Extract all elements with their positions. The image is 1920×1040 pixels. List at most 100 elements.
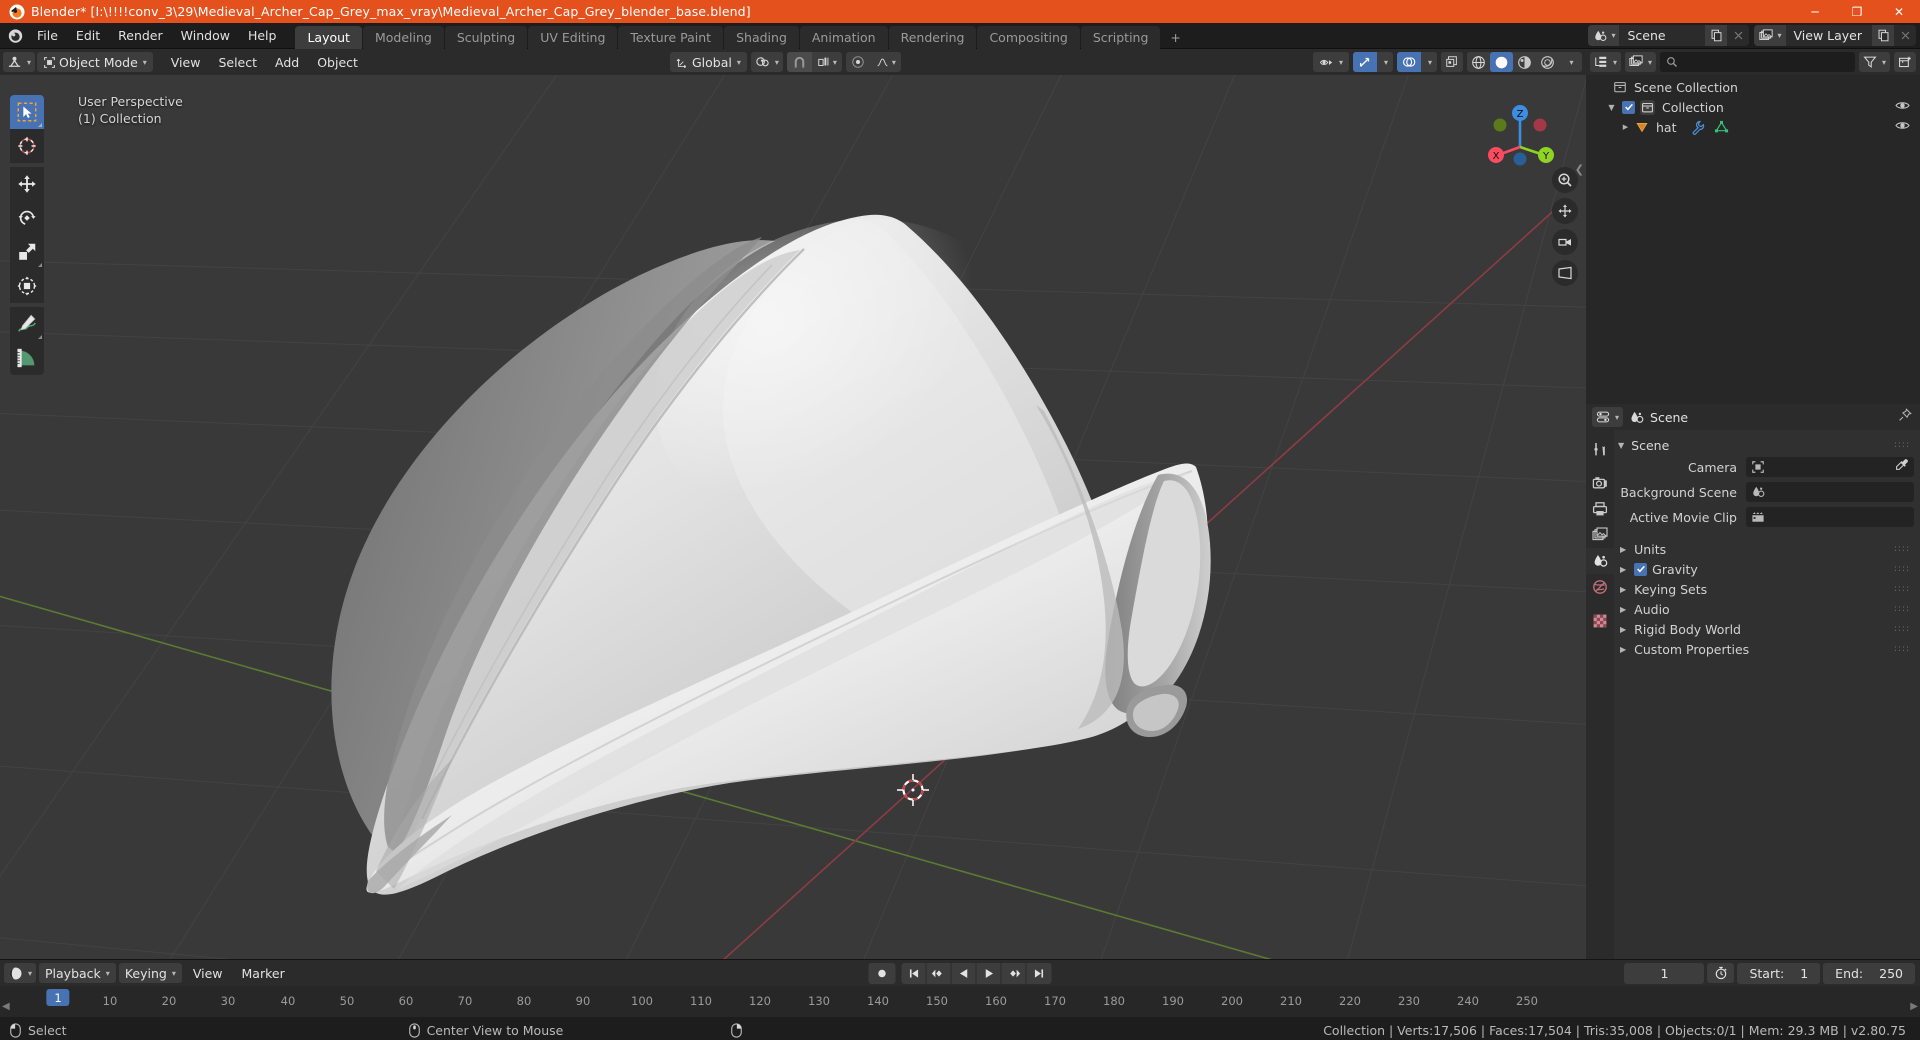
- shading-wireframe-button[interactable]: [1467, 52, 1490, 72]
- workspace-tab-uv-editing[interactable]: UV Editing: [528, 25, 618, 49]
- new-collection-icon[interactable]: [1894, 52, 1916, 72]
- move-view-icon[interactable]: [1552, 198, 1578, 224]
- properties-tab-world[interactable]: [1586, 574, 1614, 600]
- overlays-toggle[interactable]: [1396, 52, 1421, 72]
- maximize-button[interactable]: ❐: [1836, 0, 1878, 23]
- minimize-button[interactable]: ─: [1794, 0, 1836, 23]
- start-frame-value[interactable]: 1: [1800, 966, 1808, 981]
- gravity-checkbox[interactable]: [1634, 562, 1648, 576]
- gizmo-toggle[interactable]: [1352, 52, 1377, 72]
- shading-solid-button[interactable]: [1490, 52, 1513, 72]
- sub-panel-units[interactable]: ▶ Units ::::: [1618, 539, 1914, 559]
- disclosure-icon[interactable]: ▶: [1620, 123, 1631, 131]
- pivot-point-selector[interactable]: ▾: [750, 52, 783, 72]
- workspace-tab-compositing[interactable]: Compositing: [977, 25, 1080, 49]
- camera-field[interactable]: [1746, 457, 1914, 477]
- background-scene-field[interactable]: [1746, 482, 1914, 502]
- play-reverse-button[interactable]: [952, 962, 977, 984]
- mesh-data-icon[interactable]: [1714, 120, 1729, 135]
- viewport-menu-select[interactable]: Select: [210, 53, 265, 72]
- tweak-select-tool[interactable]: [10, 95, 44, 129]
- falloff-selector[interactable]: ▾: [870, 52, 901, 72]
- properties-tab-texture[interactable]: [1586, 608, 1614, 634]
- jump-to-end-button[interactable]: [1027, 963, 1052, 984]
- menu-file[interactable]: File: [28, 25, 67, 46]
- end-frame-value[interactable]: 250: [1879, 966, 1903, 981]
- viewport-menu-object[interactable]: Object: [309, 53, 366, 72]
- properties-tab-view-layer[interactable]: [1586, 522, 1614, 548]
- scene-selector[interactable]: ▾ Scene: [1588, 25, 1750, 46]
- eyedropper-icon[interactable]: [1895, 458, 1909, 476]
- overlay-options-dropdown[interactable]: ▾: [1421, 52, 1437, 72]
- viewport-menu-view[interactable]: View: [163, 53, 209, 72]
- properties-editor-type-icon[interactable]: ▾: [1592, 407, 1624, 427]
- proportional-edit-toggle[interactable]: [846, 52, 870, 72]
- view-layer-browse-icon[interactable]: ▾: [1754, 25, 1786, 46]
- gizmo-options-dropdown[interactable]: ▾: [1377, 52, 1393, 72]
- annotate-tool[interactable]: [10, 307, 44, 341]
- outliner-search-input[interactable]: [1660, 52, 1855, 72]
- sub-panel-rigid-body-world[interactable]: ▶ Rigid Body World ::::: [1618, 619, 1914, 639]
- workspace-tab-texture-paint[interactable]: Texture Paint: [618, 25, 724, 49]
- jump-to-start-button[interactable]: [902, 962, 927, 984]
- xray-toggle[interactable]: [1441, 52, 1463, 72]
- timeline-menu-playback[interactable]: Playback ▾: [39, 963, 116, 983]
- shading-material-preview-button[interactable]: [1513, 52, 1536, 72]
- toggle-perspective-icon[interactable]: [1552, 260, 1578, 286]
- sub-panel-keying-sets[interactable]: ▶ Keying Sets ::::: [1618, 579, 1914, 599]
- outliner-row-hat[interactable]: ▶ hat: [1586, 117, 1920, 137]
- jump-to-prev-keyframe-button[interactable]: [927, 962, 952, 984]
- snap-magnet-toggle[interactable]: [786, 52, 812, 72]
- collection-checkbox[interactable]: [1622, 100, 1635, 114]
- timeline-scroll-left[interactable]: ◀: [2, 1001, 10, 1012]
- panel-header-scene[interactable]: ▼ Scene ::::: [1618, 434, 1914, 456]
- camera-view-icon[interactable]: [1552, 229, 1578, 255]
- transform-orientation-selector[interactable]: Global ▾: [670, 52, 747, 72]
- rotate-tool[interactable]: [10, 201, 44, 235]
- workspace-tab-scripting[interactable]: Scripting: [1080, 25, 1161, 49]
- outliner-display-mode-icon[interactable]: ▾: [1625, 52, 1657, 72]
- editor-type-3dview-icon[interactable]: ▾: [3, 52, 36, 72]
- properties-tab-scene[interactable]: [1586, 548, 1614, 574]
- transform-tool[interactable]: [10, 269, 44, 303]
- scene-name[interactable]: Scene: [1619, 28, 1705, 43]
- close-button[interactable]: ✕: [1878, 0, 1920, 23]
- menu-edit[interactable]: Edit: [67, 25, 109, 46]
- shading-rendered-button[interactable]: [1536, 52, 1559, 72]
- active-movie-clip-field[interactable]: [1746, 507, 1914, 527]
- blender-menu-icon[interactable]: [2, 23, 28, 49]
- end-frame-field[interactable]: End: 250: [1823, 962, 1915, 984]
- timeline-scroll-right[interactable]: ▶: [1910, 1001, 1918, 1012]
- sub-panel-audio[interactable]: ▶ Audio ::::: [1618, 599, 1914, 619]
- menu-render[interactable]: Render: [109, 25, 172, 46]
- sub-panel-custom-properties[interactable]: ▶ Custom Properties ::::: [1618, 639, 1914, 659]
- filter-funnel-icon[interactable]: ▾: [1858, 52, 1890, 72]
- visibility-eye-icon[interactable]: [1895, 119, 1910, 135]
- playhead[interactable]: 1: [46, 989, 70, 1006]
- visibility-eye-icon[interactable]: [1895, 99, 1910, 115]
- viewport-canvas[interactable]: User Perspective (1) Collection Z Y X ❮: [0, 75, 1586, 959]
- timeline-menu-marker[interactable]: Marker: [234, 964, 293, 983]
- new-view-layer-button[interactable]: [1872, 25, 1894, 46]
- properties-tab-output[interactable]: [1586, 496, 1614, 522]
- unlink-scene-button[interactable]: [1727, 25, 1750, 46]
- scale-tool[interactable]: [10, 235, 44, 269]
- properties-tab-render[interactable]: [1586, 470, 1614, 496]
- move-tool[interactable]: [10, 167, 44, 201]
- timeline-ruler[interactable]: 1 10 20 30 40 50 60 70 80 90 100 110 120…: [0, 986, 1920, 1017]
- disclosure-icon[interactable]: ▼: [1606, 103, 1617, 112]
- viewport-menu-add[interactable]: Add: [267, 53, 307, 72]
- mode-selector[interactable]: Object Mode ▾: [37, 52, 153, 72]
- workspace-tab-rendering[interactable]: Rendering: [888, 25, 977, 49]
- shading-options-dropdown[interactable]: ▾: [1559, 52, 1582, 72]
- measure-tool[interactable]: [10, 341, 44, 375]
- new-scene-button[interactable]: [1705, 25, 1728, 46]
- play-button[interactable]: [977, 962, 1002, 984]
- menu-help[interactable]: Help: [239, 25, 286, 46]
- add-workspace-button[interactable]: +: [1161, 26, 1189, 49]
- workspace-tab-sculpting[interactable]: Sculpting: [444, 25, 528, 49]
- frame-range-fields[interactable]: Start: 1: [1737, 962, 1821, 984]
- visibility-selector[interactable]: ▾: [1312, 52, 1349, 72]
- view-axis-gizmo[interactable]: Z Y X: [1476, 95, 1560, 183]
- timeline-menu-keying[interactable]: Keying ▾: [118, 963, 182, 983]
